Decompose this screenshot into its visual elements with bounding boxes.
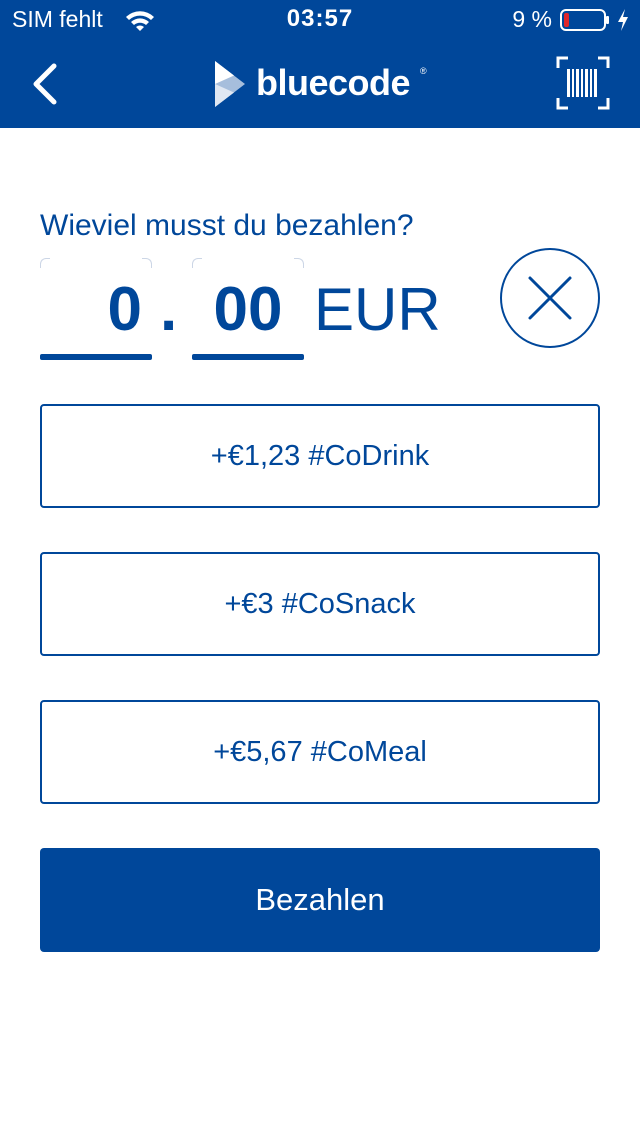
logo-registered-mark: ® bbox=[420, 66, 427, 76]
status-bar: SIM fehlt 03:57 9 % bbox=[0, 0, 640, 40]
decimal-separator: . bbox=[160, 275, 178, 344]
field-underline bbox=[40, 354, 152, 360]
bluecode-logo-mark bbox=[215, 61, 245, 107]
field-corner bbox=[40, 258, 50, 268]
battery-percent: 9 % bbox=[512, 6, 552, 32]
logo-text: bluecode bbox=[256, 62, 411, 103]
amount-euros-value: 0 bbox=[107, 275, 142, 344]
currency-label: EUR bbox=[314, 276, 441, 343]
amount-euros-input[interactable]: 0 bbox=[40, 258, 152, 360]
quick-amount-cosnack-button[interactable]: +€3 #CoSnack bbox=[40, 552, 600, 656]
quick-amount-comeal-button[interactable]: +€5,67 #CoMeal bbox=[40, 700, 600, 804]
bluecode-logo: bluecode ® bbox=[210, 56, 435, 112]
barcode-scan-button[interactable] bbox=[556, 56, 610, 110]
clear-amount-button[interactable] bbox=[500, 248, 600, 348]
back-button[interactable] bbox=[20, 56, 70, 112]
amount-cents-input[interactable]: 00 bbox=[192, 258, 304, 360]
close-icon bbox=[528, 276, 572, 320]
field-corner bbox=[192, 258, 202, 268]
barcode-scan-icon bbox=[556, 56, 610, 110]
pay-button[interactable]: Bezahlen bbox=[40, 848, 600, 952]
field-underline bbox=[192, 354, 304, 360]
charging-bolt-icon bbox=[618, 9, 628, 31]
field-corner bbox=[294, 258, 304, 268]
amount-cents-value: 00 bbox=[213, 275, 283, 344]
quick-amount-codrink-button[interactable]: +€1,23 #CoDrink bbox=[40, 404, 600, 508]
battery-icon bbox=[560, 9, 609, 31]
amount-prompt: Wieviel musst du bezahlen? bbox=[40, 209, 414, 242]
chevron-left-icon bbox=[33, 63, 57, 105]
app-header: SIM fehlt 03:57 9 % bluecode ® bbox=[0, 0, 640, 128]
field-corner bbox=[142, 258, 152, 268]
